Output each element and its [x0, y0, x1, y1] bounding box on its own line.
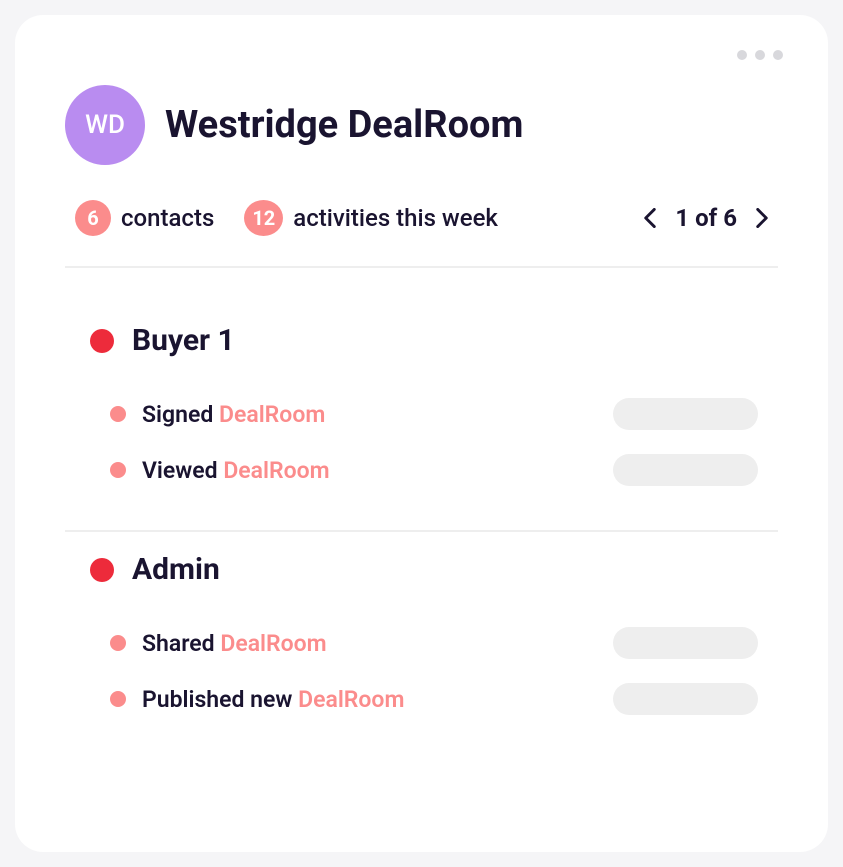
stats-row: 6 contacts 12 activities this week 1 of … — [65, 200, 778, 268]
activity-row[interactable]: Signed DealRoom — [90, 386, 778, 442]
header: WD Westridge DealRoom — [65, 85, 778, 165]
placeholder-pill — [613, 683, 758, 715]
activity-action: Viewed — [142, 457, 218, 484]
bullet-dot-icon — [110, 635, 126, 651]
more-dot-icon — [737, 50, 747, 60]
status-dot-icon — [90, 558, 114, 582]
bullet-dot-icon — [110, 691, 126, 707]
activity-text: Published new DealRoom — [142, 686, 404, 713]
activities-stat: 12 activities this week — [244, 200, 498, 236]
placeholder-pill — [613, 454, 758, 486]
contacts-label: contacts — [121, 204, 214, 232]
status-dot-icon — [90, 329, 114, 353]
activity-row[interactable]: Published new DealRoom — [90, 671, 778, 727]
section-header: Admin — [90, 552, 778, 587]
activity-text: Shared DealRoom — [142, 630, 327, 657]
activity-text: Signed DealRoom — [142, 401, 325, 428]
placeholder-pill — [613, 398, 758, 430]
activity-action: Published new — [142, 686, 292, 713]
chevron-right-icon[interactable] — [751, 207, 773, 229]
activity-object-link[interactable]: DealRoom — [220, 630, 326, 657]
more-menu-button[interactable] — [737, 50, 783, 60]
contacts-stat: 6 contacts — [75, 200, 214, 236]
activity-object-link[interactable]: DealRoom — [219, 401, 325, 428]
more-dot-icon — [755, 50, 765, 60]
dealroom-card: WD Westridge DealRoom 6 contacts 12 acti… — [15, 15, 828, 852]
activity-action: Shared — [142, 630, 215, 657]
activity-object-link[interactable]: DealRoom — [298, 686, 404, 713]
section-title: Buyer 1 — [132, 323, 235, 358]
avatar: WD — [65, 85, 145, 165]
pager: 1 of 6 — [639, 204, 773, 232]
activities-label: activities this week — [293, 204, 498, 232]
contacts-count-badge: 6 — [75, 200, 111, 236]
section-header: Buyer 1 — [90, 323, 778, 358]
activity-action: Signed — [142, 401, 213, 428]
chevron-left-icon[interactable] — [639, 207, 661, 229]
activity-object-link[interactable]: DealRoom — [223, 457, 329, 484]
activity-section-buyer: Buyer 1 Signed DealRoom Viewed DealRoom — [65, 303, 778, 532]
activities-count-badge: 12 — [244, 200, 283, 236]
activity-text: Viewed DealRoom — [142, 457, 330, 484]
page-title: Westridge DealRoom — [165, 103, 523, 147]
placeholder-pill — [613, 627, 758, 659]
bullet-dot-icon — [110, 462, 126, 478]
more-dot-icon — [773, 50, 783, 60]
activity-row[interactable]: Viewed DealRoom — [90, 442, 778, 498]
activity-section-admin: Admin Shared DealRoom Published new Deal… — [65, 532, 778, 759]
bullet-dot-icon — [110, 406, 126, 422]
activity-row[interactable]: Shared DealRoom — [90, 615, 778, 671]
section-title: Admin — [132, 552, 220, 587]
avatar-initials: WD — [85, 110, 125, 140]
pager-text: 1 of 6 — [675, 204, 737, 232]
